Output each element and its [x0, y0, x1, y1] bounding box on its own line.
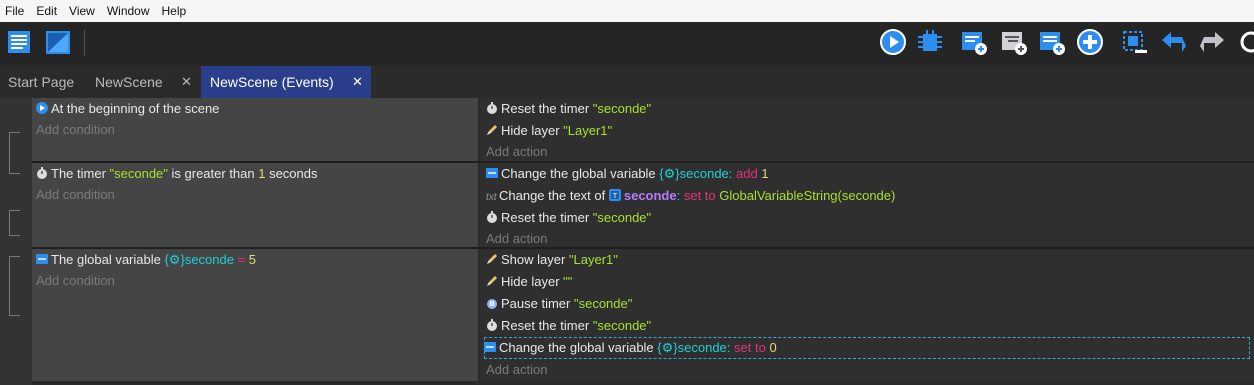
pause-timer-icon — [487, 299, 497, 309]
layer-icon — [487, 254, 497, 264]
action-line[interactable]: Hide layer "" — [486, 271, 572, 293]
timer-icon — [487, 102, 497, 114]
conditions-column[interactable]: The global variable {⚙}seconde = 5 Add c… — [32, 249, 478, 381]
actions-column[interactable]: Show layer "Layer1" Hide layer "" Pause … — [480, 249, 1254, 381]
add-sub-event-icon[interactable] — [1000, 28, 1028, 56]
menu-bar: File Edit View Window Help — [0, 0, 1254, 22]
preview-icon[interactable] — [879, 28, 907, 56]
action-line[interactable]: Reset the timer "seconde" — [486, 98, 651, 120]
action-line[interactable]: Pause timer "seconde" — [486, 293, 632, 315]
variable-icon — [486, 168, 498, 178]
conditions-column[interactable]: At the beginning of the scene Add condit… — [32, 98, 478, 161]
variable-icon: {⚙} — [657, 340, 678, 355]
action-line[interactable]: Change the global variable {⚙}seconde: a… — [486, 163, 769, 185]
layer-icon — [487, 125, 497, 135]
variable-icon: {⚙} — [164, 252, 185, 267]
event-3[interactable]: The global variable {⚙}seconde = 5 Add c… — [32, 249, 1254, 381]
tab-newscene-events[interactable]: NewScene (Events) ✕ — [201, 66, 371, 98]
scene-editor-icon[interactable] — [44, 28, 72, 56]
condition-line[interactable]: At the beginning of the scene — [36, 98, 219, 120]
text-object-icon: txt — [486, 192, 497, 203]
debugger-icon[interactable] — [916, 28, 944, 56]
project-manager-icon[interactable] — [6, 28, 34, 56]
add-new-icon[interactable] — [1076, 28, 1104, 56]
action-line[interactable]: Reset the timer "seconde" — [486, 315, 651, 337]
close-icon[interactable]: ✕ — [181, 66, 192, 98]
add-condition-link[interactable]: Add condition — [36, 119, 115, 141]
event-bracket — [9, 132, 20, 174]
event-bracket — [9, 256, 20, 316]
tab-label: NewScene (Events) — [210, 74, 334, 90]
variable-icon: {⚙} — [659, 166, 680, 181]
svg-text:T: T — [613, 193, 618, 200]
menu-edit[interactable]: Edit — [30, 4, 63, 18]
menu-window[interactable]: Window — [101, 4, 156, 18]
action-line[interactable]: Reset the timer "seconde" — [486, 207, 651, 229]
object-icon: T — [608, 189, 621, 201]
menu-help[interactable]: Help — [156, 4, 193, 18]
add-action-link[interactable]: Add action — [486, 141, 547, 163]
redo-icon[interactable] — [1198, 28, 1226, 56]
variable-icon — [36, 254, 48, 264]
tab-label: NewScene — [95, 74, 163, 90]
add-condition-link[interactable]: Add condition — [36, 270, 115, 292]
search-icon[interactable] — [1238, 28, 1254, 56]
select-icon[interactable] — [1121, 28, 1149, 56]
event-1[interactable]: At the beginning of the scene Add condit… — [32, 98, 1254, 161]
timer-icon — [487, 319, 497, 331]
tab-newscene[interactable]: NewScene ✕ — [95, 66, 195, 98]
scene-start-icon — [36, 102, 48, 114]
variable-icon — [484, 342, 496, 352]
event-gutter — [0, 98, 32, 385]
timer-icon — [37, 167, 47, 179]
add-condition-link[interactable]: Add condition — [36, 184, 115, 206]
tab-bar: Start Page NewScene ✕ NewScene (Events) … — [0, 66, 1254, 98]
menu-view[interactable]: View — [63, 4, 101, 18]
add-comment-icon[interactable] — [1038, 28, 1066, 56]
condition-line[interactable]: The timer "seconde" is greater than 1 se… — [36, 163, 318, 185]
menu-file[interactable]: File — [0, 4, 30, 18]
toolbar — [0, 22, 1254, 66]
actions-column[interactable]: Reset the timer "seconde" Hide layer "La… — [480, 98, 1254, 161]
condition-text: At the beginning of the scene — [51, 101, 220, 116]
events-sheet: At the beginning of the scene Add condit… — [0, 98, 1254, 385]
undo-icon[interactable] — [1160, 28, 1188, 56]
toolbar-separator — [84, 30, 85, 56]
tab-start-page[interactable]: Start Page — [8, 66, 88, 98]
event-bracket — [9, 210, 20, 236]
conditions-column[interactable]: The timer "seconde" is greater than 1 se… — [32, 163, 478, 247]
layer-icon — [487, 276, 497, 286]
action-line[interactable]: Hide layer "Layer1" — [486, 120, 612, 142]
add-action-link[interactable]: Add action — [486, 359, 547, 381]
action-line[interactable]: txt Change the text of Tseconde: set to G… — [486, 185, 895, 207]
condition-line[interactable]: The global variable {⚙}seconde = 5 — [36, 249, 256, 271]
event-2[interactable]: The timer "seconde" is greater than 1 se… — [32, 163, 1254, 247]
tab-label: Start Page — [8, 74, 75, 90]
close-icon[interactable]: ✕ — [352, 66, 363, 98]
add-event-icon[interactable] — [960, 28, 988, 56]
actions-column[interactable]: Change the global variable {⚙}seconde: a… — [480, 163, 1254, 247]
action-line[interactable]: Show layer "Layer1" — [486, 249, 618, 271]
action-line-selected[interactable]: Change the global variable {⚙}seconde: s… — [484, 337, 1250, 359]
timer-icon — [487, 211, 497, 223]
